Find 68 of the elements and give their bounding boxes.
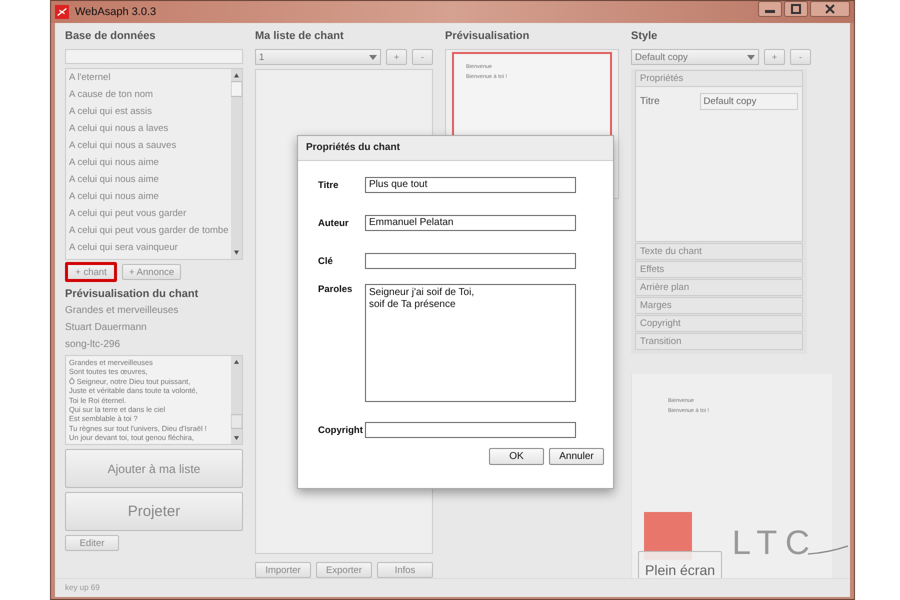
app-logo-icon	[55, 5, 69, 19]
caret-icon[interactable]	[747, 54, 755, 60]
song-item[interactable]: A cause de ton nom	[69, 86, 231, 103]
title-field[interactable]: Default copy	[700, 93, 798, 110]
scrollbar[interactable]	[231, 69, 242, 259]
song-item[interactable]: A celui qui nous a laves	[69, 120, 231, 137]
add-button[interactable]: + chant	[65, 262, 117, 282]
song-title: Grandes et merveilleuses	[65, 304, 180, 317]
song-item[interactable]: A celui qui sera vainqueur	[69, 239, 231, 256]
song-item[interactable]: A celui qui peut vous garder de tombe	[69, 222, 231, 239]
accordion-header[interactable]: Transition	[635, 333, 803, 350]
fullscreen-button[interactable]: Plein écran	[638, 551, 722, 578]
song-item[interactable]: A celui qui peut vous garder	[69, 205, 231, 222]
song-item[interactable]: A celui qui est assis	[69, 103, 231, 120]
playlist-button[interactable]: +	[386, 49, 407, 65]
song-item[interactable]: A celui qui nous a sauves	[69, 137, 231, 154]
song-item[interactable]: A celui qui nous aime	[69, 171, 231, 188]
search-field[interactable]	[65, 49, 243, 64]
field-label: Paroles	[318, 284, 354, 295]
playlist-dropdown[interactable]: 1	[255, 49, 381, 65]
style-button[interactable]: -	[790, 49, 811, 65]
text-field[interactable]: Plus que tout	[365, 177, 576, 193]
field-label: Copyright	[318, 424, 364, 436]
text-field[interactable]: Emmanuel Pelatan	[365, 215, 576, 231]
field-label: Auteur	[318, 218, 350, 228]
playlist-footer-button[interactable]: Importer	[255, 562, 311, 578]
accordion-header[interactable]: Texte du chant	[635, 243, 803, 260]
text-field[interactable]	[365, 422, 576, 438]
minimize-icon[interactable]	[758, 1, 782, 17]
scrollbar[interactable]	[231, 356, 242, 444]
accordion-header[interactable]: Effets	[635, 261, 803, 278]
field-label: Clé	[318, 256, 334, 266]
playlist-footer-button[interactable]: Exporter	[316, 562, 372, 578]
lyrics-field[interactable]: Seigneur j'ai soif de Toi, soif de Ta présence	[365, 284, 576, 402]
playlist-button[interactable]: -	[412, 49, 433, 65]
window-title: WebAsaph 3.0.3	[75, 6, 156, 18]
logo-text: LTC	[732, 526, 818, 560]
section-title: Base de données	[65, 29, 156, 44]
song-item[interactable]: A l'eternel	[69, 69, 231, 86]
text-field[interactable]	[365, 253, 576, 269]
section-title: Prévisualisation	[445, 29, 530, 44]
accordion-header[interactable]: Marges	[635, 297, 803, 314]
section-title: Ma liste de chant	[255, 29, 345, 44]
playlist-footer-button[interactable]: Infos	[377, 562, 433, 578]
field-label: Titre	[318, 180, 340, 190]
maximize-icon[interactable]	[784, 1, 808, 17]
song-item[interactable]: A celui qui nous aime	[69, 154, 231, 171]
accordion-header[interactable]: Propriétés	[635, 70, 803, 87]
song-item[interactable]: A celui qui nous aime	[69, 188, 231, 205]
accordion-header[interactable]: Copyright	[635, 315, 803, 332]
section-title: Prévisualisation du chant	[65, 288, 200, 300]
song-code: song-ltc-296	[65, 338, 122, 351]
song-author: Stuart Dauermann	[65, 321, 148, 334]
edit-button[interactable]: Editer	[65, 535, 119, 551]
close-icon[interactable]	[810, 1, 850, 17]
style-dropdown[interactable]: Default copy	[631, 49, 759, 65]
dialog-button[interactable]: OK	[489, 448, 544, 465]
section-title: Style	[631, 29, 658, 44]
add-to-list-button[interactable]: Ajouter à ma liste	[65, 449, 243, 488]
project-button[interactable]: Projeter	[65, 492, 243, 531]
dialog-button[interactable]: Annuler	[549, 448, 604, 465]
field-label: Titre	[640, 96, 661, 107]
dialog-title: Propriétés du chant	[298, 136, 613, 161]
status-text: key up 69	[65, 583, 100, 592]
accordion-header[interactable]: Arrière plan	[635, 279, 803, 296]
style-button[interactable]: +	[764, 49, 785, 65]
add-button[interactable]: + Annonce	[122, 264, 182, 280]
caret-icon[interactable]	[369, 54, 377, 60]
